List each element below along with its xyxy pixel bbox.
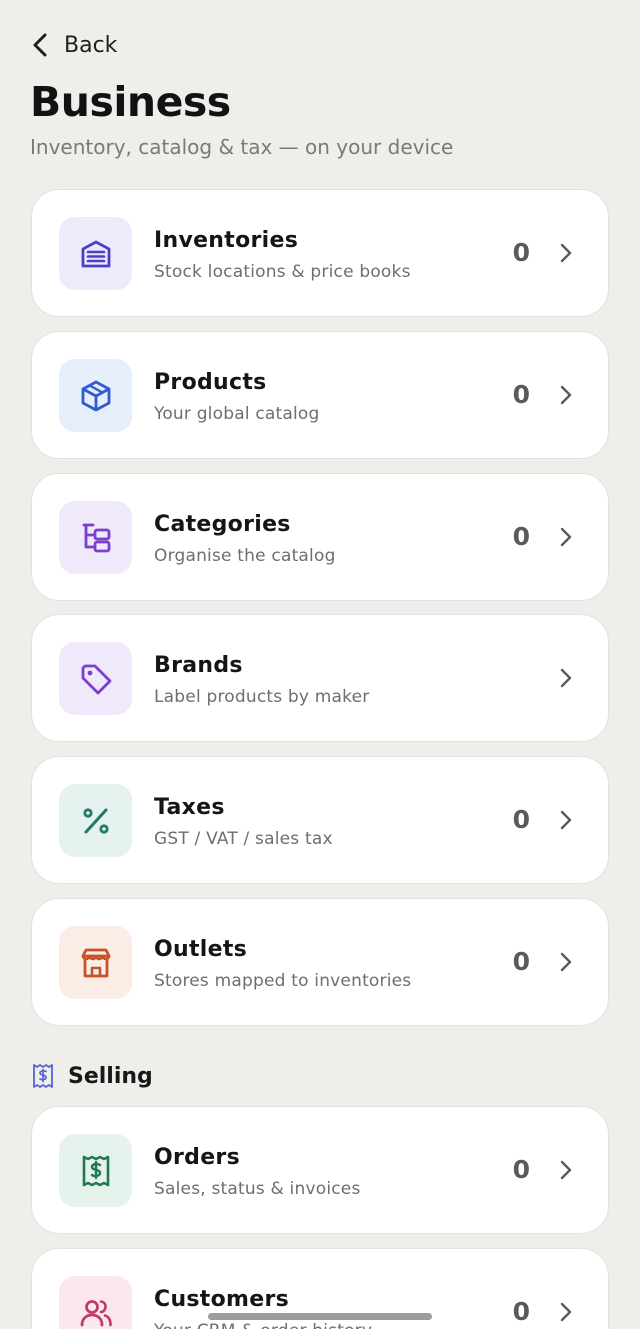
- card-products[interactable]: Products Your global catalog 0: [31, 331, 609, 459]
- card-description: Label products by maker: [154, 687, 370, 707]
- card-description: Sales, status & invoices: [154, 1179, 361, 1199]
- card-count: 0: [512, 947, 530, 976]
- chevron-right-icon: [560, 668, 572, 688]
- page-title: Business: [30, 78, 231, 126]
- chevron-right-icon: [560, 1302, 572, 1322]
- card-label: Brands: [154, 653, 243, 678]
- card-count: 0: [512, 805, 530, 834]
- categories-icon-box: [59, 501, 132, 574]
- card-label: Categories: [154, 512, 291, 537]
- chevron-right-icon: [560, 952, 572, 972]
- home-indicator[interactable]: [208, 1313, 432, 1320]
- chevron-right-icon: [560, 527, 572, 547]
- chevron-right-icon: [560, 385, 572, 405]
- inventories-icon-box: [59, 217, 132, 290]
- card-taxes[interactable]: Taxes GST / VAT / sales tax 0: [31, 756, 609, 884]
- back-button[interactable]: Back: [28, 30, 117, 60]
- outlets-icon-box: [59, 926, 132, 999]
- card-orders[interactable]: Orders Sales, status & invoices 0: [31, 1106, 609, 1234]
- card-count: 0: [512, 1297, 530, 1326]
- card-description: Your CRM & order history: [154, 1321, 372, 1329]
- users-icon: [80, 1299, 112, 1326]
- taxes-icon-box: [59, 784, 132, 857]
- card-count: 0: [512, 522, 530, 551]
- card-label: Inventories: [154, 228, 299, 253]
- card-description: Stores mapped to inventories: [154, 971, 412, 991]
- card-description: Stock locations & price books: [154, 262, 411, 282]
- card-count: 0: [512, 1155, 530, 1184]
- card-count: 0: [512, 380, 530, 409]
- card-label: Outlets: [154, 937, 248, 962]
- card-label: Taxes: [154, 795, 225, 820]
- store-icon: [81, 948, 110, 977]
- card-outlets[interactable]: Outlets Stores mapped to inventories 0: [31, 898, 609, 1026]
- card-description: GST / VAT / sales tax: [154, 829, 333, 849]
- card-brands[interactable]: Brands Label products by maker: [31, 614, 609, 742]
- receipt-dollar-icon: [82, 1155, 109, 1186]
- category-tree-icon: [82, 523, 110, 552]
- card-description: Your global catalog: [154, 404, 320, 424]
- chevron-right-icon: [560, 243, 572, 263]
- products-icon-box: [59, 359, 132, 432]
- brands-icon-box: [59, 642, 132, 715]
- warehouse-icon: [81, 240, 110, 267]
- chevron-left-icon: [33, 33, 47, 57]
- chevron-right-icon: [560, 810, 572, 830]
- receipt-dollar-icon: [33, 1064, 53, 1088]
- page-subtitle: Inventory, catalog & tax — on your devic…: [30, 135, 454, 159]
- customers-icon-box: [59, 1276, 132, 1329]
- card-label: Customers: [154, 1287, 290, 1312]
- card-description: Organise the catalog: [154, 546, 336, 566]
- section-header-selling: Selling: [32, 1063, 153, 1089]
- card-count: 0: [512, 238, 530, 267]
- back-label: Back: [64, 32, 118, 58]
- card-categories[interactable]: Categories Organise the catalog 0: [31, 473, 609, 601]
- chevron-right-icon: [560, 1160, 572, 1180]
- box-icon: [81, 380, 110, 411]
- card-label: Products: [154, 370, 267, 395]
- card-inventories[interactable]: Inventories Stock locations & price book…: [31, 189, 609, 317]
- tag-icon: [81, 664, 111, 694]
- percent-icon: [82, 807, 109, 834]
- card-label: Orders: [154, 1145, 240, 1170]
- orders-icon-box: [59, 1134, 132, 1207]
- section-title: Selling: [68, 1063, 153, 1089]
